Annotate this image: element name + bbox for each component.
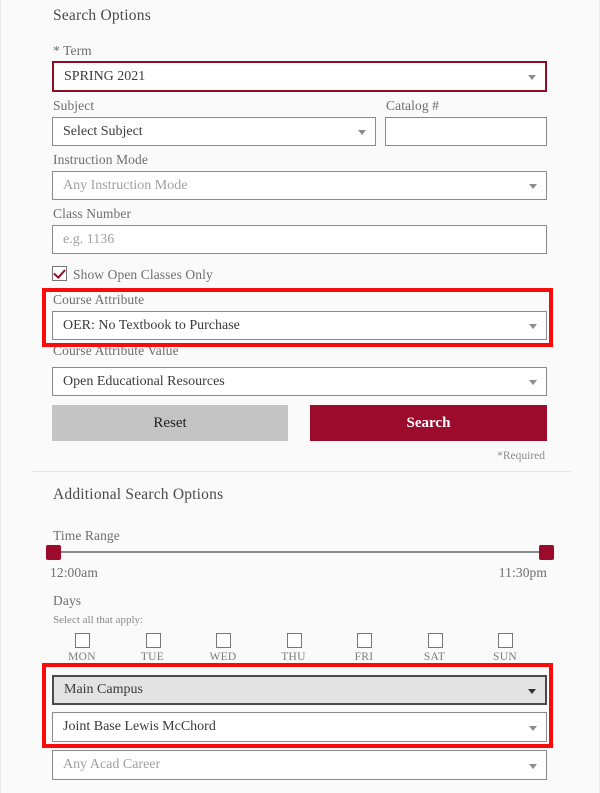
chevron-down-icon bbox=[528, 688, 536, 694]
day-checkbox-sun[interactable] bbox=[498, 633, 513, 648]
day-label-sat: SAT bbox=[423, 651, 446, 663]
class-search-panel: Search Options * Term SPRING 2021 Subjec… bbox=[0, 0, 600, 793]
chevron-down-icon bbox=[528, 75, 536, 80]
chevron-down-icon bbox=[358, 130, 366, 135]
course-attribute-value-text: Open Educational Resources bbox=[63, 373, 225, 389]
chevron-down-icon bbox=[529, 380, 537, 385]
time-range-slider-handle-end[interactable] bbox=[539, 545, 554, 560]
time-range-end-label: 11:30pm bbox=[498, 565, 547, 580]
day-checkbox-mon[interactable] bbox=[75, 633, 90, 648]
day-checkbox-sat[interactable] bbox=[427, 633, 443, 648]
additional-search-options-heading: Additional Search Options bbox=[53, 486, 224, 503]
section-divider bbox=[31, 471, 571, 472]
day-label-fri: FRI bbox=[354, 651, 374, 663]
instruction-mode-value: Any Instruction Mode bbox=[63, 177, 188, 193]
day-label-wed: WED bbox=[209, 651, 237, 663]
show-open-classes-checkbox[interactable] bbox=[52, 266, 67, 281]
campus-value: Main Campus bbox=[64, 682, 143, 697]
instruction-mode-select[interactable]: Any Instruction Mode bbox=[52, 171, 547, 200]
location-select[interactable]: Joint Base Lewis McChord bbox=[52, 712, 547, 742]
course-attribute-label: Course Attribute bbox=[53, 292, 145, 307]
term-value: SPRING 2021 bbox=[64, 68, 146, 84]
chevron-down-icon bbox=[529, 725, 537, 731]
day-label-mon: MON bbox=[68, 651, 96, 663]
term-select[interactable]: SPRING 2021 bbox=[52, 61, 547, 92]
subject-select[interactable]: Select Subject bbox=[52, 117, 376, 146]
location-value: Joint Base Lewis McChord bbox=[63, 719, 216, 734]
show-open-classes-label: Show Open Classes Only bbox=[73, 267, 213, 282]
course-attribute-select[interactable]: OER: No Textbook to Purchase bbox=[52, 311, 547, 340]
term-label: * Term bbox=[53, 43, 92, 58]
reset-button[interactable]: Reset bbox=[52, 405, 288, 441]
class-number-label: Class Number bbox=[53, 206, 132, 221]
time-range-slider-track[interactable] bbox=[53, 551, 547, 553]
days-hint: Select all that apply: bbox=[53, 614, 144, 626]
time-range-label: Time Range bbox=[53, 528, 120, 543]
acad-career-select[interactable]: Any Acad Career bbox=[52, 750, 547, 780]
chevron-down-icon bbox=[529, 763, 537, 769]
days-label: Days bbox=[53, 593, 82, 608]
course-attribute-value-label: Course Attribute Value bbox=[53, 343, 179, 358]
day-checkbox-thu[interactable] bbox=[286, 633, 302, 648]
day-label-tue: TUE bbox=[140, 651, 165, 663]
day-checkbox-fri[interactable] bbox=[357, 633, 372, 648]
campus-select[interactable]: Main Campus bbox=[52, 675, 547, 705]
day-label-sun: SUN bbox=[493, 651, 517, 663]
subject-value: Select Subject bbox=[63, 123, 143, 139]
class-number-placeholder: e.g. 1136 bbox=[63, 231, 115, 247]
chevron-down-icon bbox=[529, 184, 537, 189]
search-options-heading: Search Options bbox=[53, 7, 151, 24]
time-range-start-label: 12:00am bbox=[50, 565, 98, 580]
day-label-thu: THU bbox=[281, 651, 306, 663]
time-range-slider-handle-start[interactable] bbox=[46, 545, 61, 560]
acad-career-value: Any Acad Career bbox=[63, 757, 161, 772]
chevron-down-icon bbox=[529, 324, 537, 329]
search-button[interactable]: Search bbox=[310, 405, 547, 441]
required-note: *Required bbox=[497, 450, 545, 462]
instruction-mode-label: Instruction Mode bbox=[53, 152, 148, 167]
day-checkbox-tue[interactable] bbox=[145, 633, 161, 648]
day-checkbox-wed[interactable] bbox=[216, 633, 231, 648]
class-number-input[interactable]: e.g. 1136 bbox=[52, 225, 547, 254]
subject-label: Subject bbox=[53, 98, 95, 113]
course-attribute-value: OER: No Textbook to Purchase bbox=[63, 317, 240, 333]
catalog-number-label: Catalog # bbox=[386, 98, 440, 113]
catalog-number-input[interactable] bbox=[385, 117, 547, 146]
course-attribute-value-select[interactable]: Open Educational Resources bbox=[52, 367, 547, 396]
